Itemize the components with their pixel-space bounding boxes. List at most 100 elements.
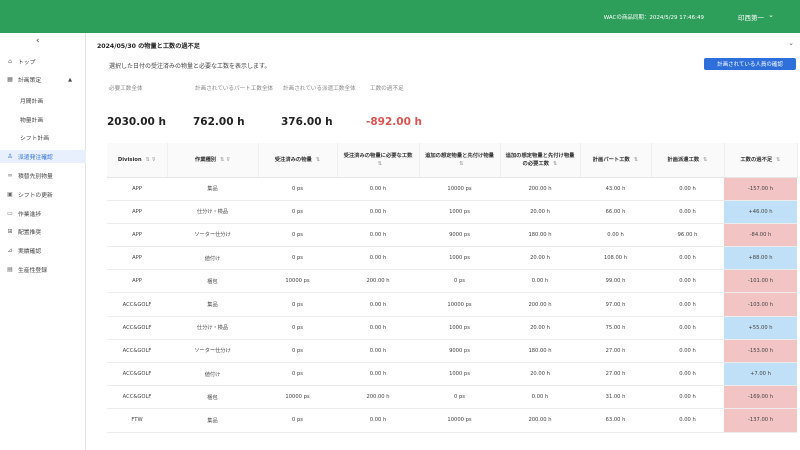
column-header-ordered-volume[interactable]: 受注済みの物量 ⇅ xyxy=(258,143,338,178)
cell-extra: 10000 ps xyxy=(419,408,500,433)
monitor-icon: ▭ xyxy=(7,210,13,217)
table-row[interactable]: APP ソーター仕分け 0 ps 0.00 h 9000 ps 180.00 h 0.00 … xyxy=(107,223,797,248)
cell-extra: 10000 ps xyxy=(419,292,500,317)
sidebar-item-results[interactable]: ⊿ 実績確認 xyxy=(0,244,86,257)
sidebar-item-transfer-volume[interactable]: ∞ 積替先別物量 xyxy=(0,169,86,182)
sidebar-item-label: 物量計画 xyxy=(20,118,44,124)
cell-part: 97.00 h xyxy=(580,292,651,317)
cell-extra: 10000 ps xyxy=(419,177,500,201)
cell-ordered: 10000 ps xyxy=(258,269,337,294)
cell-balance: -84.00 h xyxy=(724,223,797,248)
cell-extra: 1000 ps xyxy=(419,200,500,224)
column-header-part-hours[interactable]: 計画パート工数 ⇅ xyxy=(580,143,652,178)
cell-balance: -157.00 h xyxy=(724,177,797,201)
chevron-down-icon[interactable]: ⌄ xyxy=(788,39,794,47)
cell-work: 仕分け・検品 xyxy=(167,200,258,224)
table-header-row: Division ⇅ ⊽ 作業種別 ⇅ ⊽ 受注済みの物量 ⇅ 受注済みの物量に必要な… xyxy=(107,143,798,178)
sidebar-item-planning[interactable]: ▦ 計画策定 ▲ xyxy=(0,73,86,86)
collapse-sidebar-icon[interactable]: ‹ xyxy=(36,36,40,46)
column-header-extra-hours[interactable]: 追加の想定物量と先付け物量の必要工数 ⇅ xyxy=(500,143,581,178)
sort-icon[interactable]: ⇅ xyxy=(316,157,320,163)
cell-work: 集品 xyxy=(167,177,258,201)
cell-dispatch: 0.00 h xyxy=(651,177,724,201)
table-row[interactable]: APP 集品 0 ps 0.00 h 10000 ps 200.00 h 43.00 h 0.… xyxy=(107,177,797,201)
cell-ordered-hours: 0.00 h xyxy=(337,200,419,224)
cell-ordered-hours: 200.00 h xyxy=(337,385,419,410)
sidebar-item-shift-update[interactable]: ▣ シフトの更新 xyxy=(0,188,86,201)
cell-extra: 1000 ps xyxy=(419,316,500,340)
cell-ordered-hours: 0.00 h xyxy=(337,246,419,271)
cell-balance: -101.00 h xyxy=(724,269,797,294)
cell-division: APP xyxy=(107,177,167,201)
sidebar-item-progress[interactable]: ▭ 作業進捗 xyxy=(0,207,86,220)
table-row[interactable]: APP 値付け 0 ps 0.00 h 1000 ps 20.00 h 108.00 h 0.… xyxy=(107,246,797,271)
sort-filter-icon[interactable]: ⇅ ⊽ xyxy=(146,157,156,163)
sort-icon[interactable]: ⇅ xyxy=(459,161,463,167)
cell-work: 梱包 xyxy=(167,269,258,294)
cell-dispatch: 0.00 h xyxy=(651,316,724,340)
cell-dispatch: 0.00 h xyxy=(651,246,724,271)
sidebar-item-label: 積替先別物量 xyxy=(18,174,53,180)
cell-ordered: 0 ps xyxy=(258,223,337,248)
cell-ordered-hours: 200.00 h xyxy=(337,269,419,294)
sort-icon[interactable]: ⇅ xyxy=(703,157,707,163)
confirm-planned-staff-button[interactable]: 計画されている人員の確認 xyxy=(704,58,796,70)
chevron-down-icon[interactable]: ⌄ xyxy=(768,11,774,19)
sort-icon[interactable]: ⇅ xyxy=(634,157,638,163)
top-header-bar: WACの商品同期：2024/5/29 17:46:49 印西第一 ⌄ xyxy=(0,0,800,33)
cell-ordered: 0 ps xyxy=(258,292,337,317)
table-row[interactable]: ACC&GOLF 梱包 10000 ps 200.00 h0 ps 0.00 h 31.0… xyxy=(107,385,797,410)
column-header-extra-volume[interactable]: 追加の想定物量と先付け物量⇅ xyxy=(419,143,501,178)
sort-icon[interactable]: ⇅ xyxy=(553,161,557,167)
table-row[interactable]: ACC&GOLF 仕分け・検品 0 ps 0.00 h 1000 ps 20.00 h 75… xyxy=(107,316,797,340)
cell-part: 75.00 h xyxy=(580,316,651,340)
cell-division: APP xyxy=(107,200,167,224)
refresh-icon: ▣ xyxy=(7,191,13,198)
cell-ordered-hours: 0.00 h xyxy=(337,177,419,201)
table-row[interactable]: APP 梱包 10000 ps 200.00 h0 ps 0.00 h 99.00 h 0.… xyxy=(107,269,797,294)
sidebar-item-shift-plan[interactable]: シフト計画 xyxy=(0,131,86,144)
table-row[interactable]: FTW 集品 0 ps 0.00 h 10000 ps 200.00 h 63.00 h 0.… xyxy=(107,408,797,433)
table-row[interactable]: ACC&GOLF 集品 0 ps 0.00 h 10000 ps 200.00 h 97.0… xyxy=(107,292,797,317)
column-header-dispatch-hours[interactable]: 計画派遣工数 ⇅ xyxy=(651,143,725,178)
cell-ordered-hours: 0.00 h xyxy=(337,316,419,340)
sidebar-item-monthly-plan[interactable]: 月間計画 xyxy=(0,94,86,107)
cell-ordered-hours: 0.00 h xyxy=(337,339,419,364)
kpi-part-hours: 762.00 h xyxy=(193,116,245,128)
cell-division: ACC&GOLF xyxy=(107,339,167,364)
cell-extra-hours: 0.00 h xyxy=(500,269,580,294)
kpi-required-hours: 2030.00 h xyxy=(107,116,166,128)
user-menu[interactable]: 印西第一 xyxy=(738,12,764,22)
cell-division: ACC&GOLF xyxy=(107,362,167,387)
sidebar-item-placement[interactable]: ⊞ 配置推奨 xyxy=(0,225,86,238)
cell-part: 108.00 h xyxy=(580,246,651,271)
column-header-work-type[interactable]: 作業種別 ⇅ ⊽ xyxy=(167,143,259,178)
cell-extra: 1000 ps xyxy=(419,246,500,271)
kpi-label: 工数の過不足 xyxy=(370,86,404,92)
table-row[interactable]: APP 仕分け・検品 0 ps 0.00 h 1000 ps 20.00 h 66.00 h… xyxy=(107,200,797,224)
sort-filter-icon[interactable]: ⇅ ⊽ xyxy=(220,157,230,163)
table-row[interactable]: ACC&GOLF 値付け 0 ps 0.00 h 1000 ps 20.00 h 27.00… xyxy=(107,362,797,387)
sidebar-item-productivity[interactable]: ▤ 生産性登録 xyxy=(0,263,86,276)
sort-icon[interactable]: ⇅ xyxy=(378,161,382,167)
table-row[interactable]: ACC&GOLF ソーター仕分け 0 ps 0.00 h 9000 ps 180.00 h… xyxy=(107,339,797,364)
cell-part: 27.00 h xyxy=(580,362,651,387)
sidebar-item-label: 作業進捗 xyxy=(18,212,42,218)
column-header-ordered-hours[interactable]: 受注済みの物量に必要な工数⇅ xyxy=(337,143,420,178)
cell-extra-hours: 180.00 h xyxy=(500,339,580,364)
column-header-balance[interactable]: 工数の過不足 ⇅ xyxy=(724,143,798,178)
sidebar-item-dispatch-order[interactable]: ♙ 派遣発注確認 xyxy=(0,150,86,163)
cell-part: 99.00 h xyxy=(580,269,651,294)
sidebar-item-volume-plan[interactable]: 物量計画 xyxy=(0,113,86,126)
cell-work: 値付け xyxy=(167,246,258,271)
kpi-dispatch-hours: 376.00 h xyxy=(281,116,333,128)
sort-icon[interactable]: ⇅ xyxy=(776,157,780,163)
cell-extra-hours: 200.00 h xyxy=(500,177,580,201)
cell-part: 63.00 h xyxy=(580,408,651,433)
kpi-label: 必要工数全体 xyxy=(109,86,143,92)
cell-division: FTW xyxy=(107,408,167,433)
cell-work: 値付け xyxy=(167,362,258,387)
sidebar-item-top[interactable]: ⌂ トップ xyxy=(0,55,86,68)
cell-extra-hours: 200.00 h xyxy=(500,408,580,433)
column-header-division[interactable]: Division ⇅ ⊽ xyxy=(107,143,168,178)
